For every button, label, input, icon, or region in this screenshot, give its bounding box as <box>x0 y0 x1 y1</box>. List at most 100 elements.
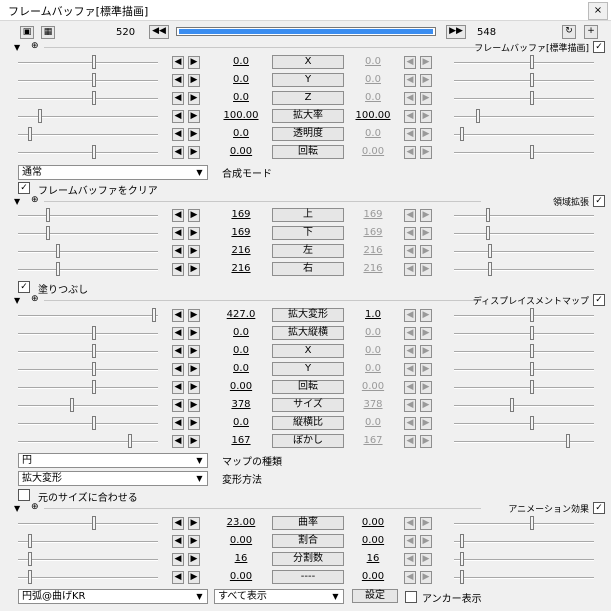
right-slider-track[interactable] <box>454 559 594 561</box>
decrement-left-button[interactable]: ◀ <box>172 92 184 105</box>
param-3-button[interactable]: 右 <box>272 262 344 276</box>
left-slider-thumb[interactable] <box>92 145 96 159</box>
left-slider-track[interactable] <box>18 152 158 154</box>
chevron-down-icon[interactable]: ▼ <box>328 590 343 603</box>
param-0-button[interactable]: X <box>272 55 344 69</box>
decrement-right-button[interactable]: ◀ <box>404 381 416 394</box>
left-slider-track[interactable] <box>18 541 158 543</box>
right-slider-track[interactable] <box>454 134 594 136</box>
chevron-down-icon[interactable]: ▼ <box>192 590 207 603</box>
decrement-right-button[interactable]: ◀ <box>404 227 416 240</box>
increment-right-button[interactable]: ▶ <box>420 56 432 69</box>
left-slider-thumb[interactable] <box>28 534 32 548</box>
end-value[interactable]: 0.0 <box>352 416 394 430</box>
decrement-left-button[interactable]: ◀ <box>172 517 184 530</box>
end-value[interactable]: 0.00 <box>352 145 394 159</box>
left-slider-thumb[interactable] <box>46 208 50 222</box>
param-5-button[interactable]: サイズ <box>272 398 344 412</box>
left-slider-track[interactable] <box>18 577 158 579</box>
decrement-left-button[interactable]: ◀ <box>172 345 184 358</box>
increment-right-button[interactable]: ▶ <box>420 535 432 548</box>
left-slider-track[interactable] <box>18 134 158 136</box>
decrement-right-button[interactable]: ◀ <box>404 92 416 105</box>
timeline-slider[interactable] <box>176 27 436 36</box>
chevron-down-icon[interactable]: ▼ <box>192 454 207 467</box>
left-slider-thumb[interactable] <box>56 262 60 276</box>
increment-right-button[interactable]: ▶ <box>420 363 432 376</box>
decrement-right-button[interactable]: ◀ <box>404 245 416 258</box>
decrement-right-button[interactable]: ◀ <box>404 517 416 530</box>
right-slider-thumb[interactable] <box>566 434 570 448</box>
lock-icon[interactable]: ⊕ <box>31 502 39 512</box>
decrement-left-button[interactable]: ◀ <box>172 535 184 548</box>
increment-left-button[interactable]: ▶ <box>188 227 200 240</box>
param-0-button[interactable]: 上 <box>272 208 344 222</box>
right-slider-thumb[interactable] <box>460 552 464 566</box>
increment-right-button[interactable]: ▶ <box>420 517 432 530</box>
decrement-left-button[interactable]: ◀ <box>172 435 184 448</box>
increment-right-button[interactable]: ▶ <box>420 263 432 276</box>
right-slider-thumb[interactable] <box>530 91 534 105</box>
right-slider-track[interactable] <box>454 152 594 154</box>
decrement-left-button[interactable]: ◀ <box>172 417 184 430</box>
start-value[interactable]: 16 <box>220 552 262 566</box>
start-value[interactable]: 0.00 <box>220 534 262 548</box>
end-value[interactable]: 0.00 <box>352 380 394 394</box>
increment-right-button[interactable]: ▶ <box>420 92 432 105</box>
left-slider-track[interactable] <box>18 62 158 64</box>
increment-right-button[interactable]: ▶ <box>420 553 432 566</box>
transform-select[interactable]: 拡大変形 ▼ <box>18 471 208 486</box>
decrement-right-button[interactable]: ◀ <box>404 327 416 340</box>
collapse-icon[interactable]: ▼ <box>14 296 20 305</box>
start-value[interactable]: 216 <box>220 244 262 258</box>
decrement-left-button[interactable]: ◀ <box>172 74 184 87</box>
collapse-icon[interactable]: ▼ <box>14 197 20 206</box>
right-slider-thumb[interactable] <box>530 308 534 322</box>
left-slider-thumb[interactable] <box>92 91 96 105</box>
start-value[interactable]: 0.0 <box>220 344 262 358</box>
start-value[interactable]: 169 <box>220 226 262 240</box>
right-slider-track[interactable] <box>454 423 594 425</box>
left-slider-thumb[interactable] <box>152 308 156 322</box>
right-slider-thumb[interactable] <box>530 416 534 430</box>
end-value[interactable]: 16 <box>352 552 394 566</box>
end-value[interactable]: 0.0 <box>352 73 394 87</box>
increment-right-button[interactable]: ▶ <box>420 110 432 123</box>
increment-left-button[interactable]: ▶ <box>188 245 200 258</box>
chevron-down-icon[interactable]: ▼ <box>192 472 207 485</box>
param-3-button[interactable]: Y <box>272 362 344 376</box>
section-enable-checkbox[interactable]: ✓ <box>593 294 605 306</box>
start-value[interactable]: 0.0 <box>220 416 262 430</box>
right-slider-track[interactable] <box>454 441 594 443</box>
right-slider-track[interactable] <box>454 351 594 353</box>
increment-right-button[interactable]: ▶ <box>420 209 432 222</box>
increment-left-button[interactable]: ▶ <box>188 309 200 322</box>
left-slider-track[interactable] <box>18 351 158 353</box>
camera-icon[interactable]: ▦ <box>41 26 55 39</box>
decrement-left-button[interactable]: ◀ <box>172 553 184 566</box>
start-value[interactable]: 169 <box>220 208 262 222</box>
end-value[interactable]: 167 <box>352 434 394 448</box>
decrement-left-button[interactable]: ◀ <box>172 363 184 376</box>
fit-size-checkbox[interactable] <box>18 489 30 501</box>
param-0-button[interactable]: 拡大変形 <box>272 308 344 322</box>
left-slider-track[interactable] <box>18 80 158 82</box>
increment-right-button[interactable]: ▶ <box>420 345 432 358</box>
decrement-right-button[interactable]: ◀ <box>404 128 416 141</box>
left-slider-thumb[interactable] <box>92 416 96 430</box>
right-slider-track[interactable] <box>454 333 594 335</box>
start-value[interactable]: 0.0 <box>220 55 262 69</box>
anchor-checkbox[interactable] <box>405 591 417 603</box>
param-5-button[interactable]: 回転 <box>272 145 344 159</box>
end-value[interactable]: 0.0 <box>352 55 394 69</box>
left-slider-thumb[interactable] <box>128 434 132 448</box>
end-value[interactable]: 0.0 <box>352 127 394 141</box>
left-slider-track[interactable] <box>18 98 158 100</box>
param-0-button[interactable]: 曲率 <box>272 516 344 530</box>
increment-right-button[interactable]: ▶ <box>420 399 432 412</box>
decrement-left-button[interactable]: ◀ <box>172 56 184 69</box>
right-slider-thumb[interactable] <box>460 127 464 141</box>
end-value[interactable]: 169 <box>352 208 394 222</box>
increment-left-button[interactable]: ▶ <box>188 399 200 412</box>
left-slider-track[interactable] <box>18 423 158 425</box>
